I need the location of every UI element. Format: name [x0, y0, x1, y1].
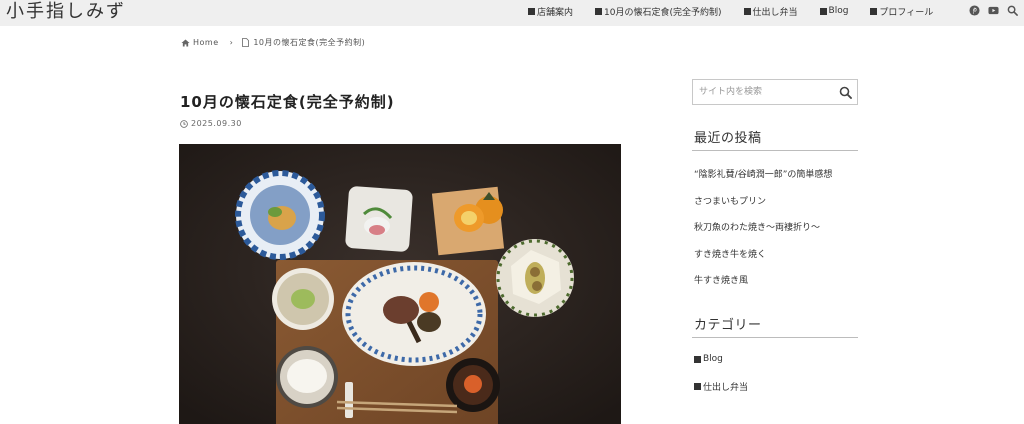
- nav-item-label: 仕出し弁当: [752, 7, 798, 18]
- breadcrumb-current: 10月の懐石定食(完全予約制): [253, 38, 366, 47]
- category-link-bento[interactable]: 仕出し弁当: [694, 380, 748, 393]
- recent-post-link[interactable]: 秋刀魚のわた焼き〜両褄折り〜: [694, 220, 820, 233]
- recent-posts-title: 最近の投稿: [694, 131, 762, 146]
- search-input[interactable]: [693, 80, 833, 104]
- clock-icon: [180, 119, 188, 128]
- recent-post-link[interactable]: さつまいもプリン: [694, 194, 766, 207]
- nav-item-label: プロフィール: [879, 7, 934, 18]
- home-icon: [181, 38, 190, 47]
- nav-item-label: 店舗案内: [537, 7, 574, 18]
- search-icon[interactable]: [1007, 5, 1018, 16]
- nav-item-label: 10月の懐石定食(完全予約制): [604, 7, 722, 18]
- breadcrumb: Home › 10月の懐石定食(完全予約制): [181, 37, 365, 48]
- youtube-icon[interactable]: [988, 5, 999, 16]
- chevron-right-icon: ›: [229, 38, 234, 47]
- divider: [692, 150, 858, 151]
- nav-item-blog[interactable]: Blog: [819, 6, 849, 16]
- recent-post-link[interactable]: すき焼き牛を焼く: [694, 247, 766, 260]
- sidebar-search: [692, 79, 858, 105]
- recent-post-link[interactable]: 牛すき焼き風: [694, 273, 748, 286]
- site-header: 小手指しみず 店舗案内 10月の懐石定食(完全予約制) 仕出し弁当 Blog プ…: [0, 0, 1024, 26]
- nav-item-store-info[interactable]: 店舗案内: [528, 5, 573, 18]
- square-icon: [694, 355, 701, 363]
- post-date: 2025.09.30: [180, 119, 242, 128]
- featured-image: [179, 144, 621, 424]
- square-icon: [528, 7, 535, 15]
- pinterest-icon[interactable]: [969, 5, 980, 16]
- search-icon[interactable]: [839, 86, 852, 99]
- site-title[interactable]: 小手指しみず: [6, 0, 126, 24]
- nav-item-profile[interactable]: プロフィール: [870, 5, 933, 18]
- category-link-blog[interactable]: Blog: [694, 354, 723, 364]
- nav-item-kaiseki[interactable]: 10月の懐石定食(完全予約制): [595, 5, 722, 18]
- document-icon: [242, 38, 250, 47]
- category-label: Blog: [703, 354, 723, 364]
- divider: [692, 337, 858, 338]
- category-label: 仕出し弁当: [703, 383, 749, 393]
- square-icon: [870, 7, 878, 15]
- nav-item-bento[interactable]: 仕出し弁当: [743, 5, 798, 18]
- recent-post-link[interactable]: “陰影礼賛/谷崎潤一郎”の簡単感想: [694, 167, 832, 180]
- breadcrumb-home[interactable]: Home: [193, 38, 219, 47]
- square-icon: [819, 7, 827, 15]
- nav-item-label: Blog: [828, 6, 849, 16]
- post-date-text: 2025.09.30: [191, 119, 242, 128]
- square-icon: [694, 383, 701, 390]
- page-title: 10月の懐石定食(完全予約制): [180, 93, 395, 111]
- square-icon: [595, 7, 603, 15]
- main-nav: 店舗案内 10月の懐石定食(完全予約制) 仕出し弁当 Blog プロフィール: [528, 0, 955, 22]
- square-icon: [743, 7, 751, 15]
- categories-title: カテゴリー: [694, 318, 762, 333]
- kaiseki-photo: [179, 144, 621, 424]
